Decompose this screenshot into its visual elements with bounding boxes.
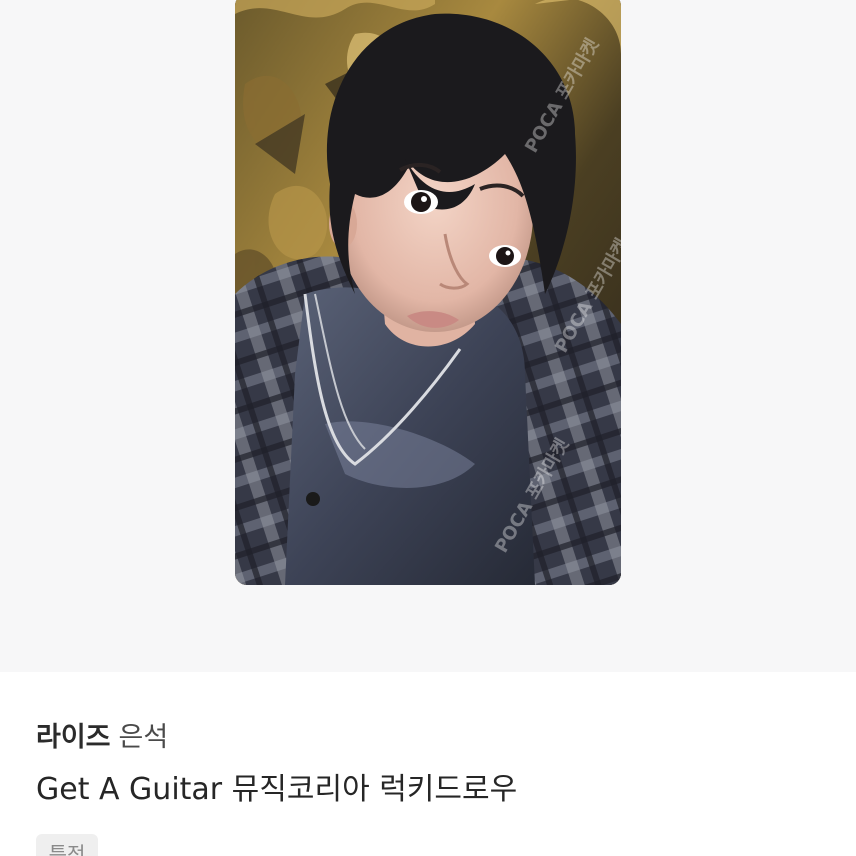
product-info	[0, 672, 856, 856]
photocard-image[interactable]	[235, 0, 621, 585]
product-title: Get A Guitar 뮤직코리아 럭키드로우	[36, 772, 518, 807]
tag-chip[interactable]: 특전	[36, 834, 98, 856]
listing-page: POCA 포카마켓 POCA 포카마켓 POCA 포카마켓 라이즈 은석 Get …	[0, 0, 856, 856]
artist-name[interactable]: 라이즈	[36, 722, 111, 753]
member-name[interactable]: 은석	[119, 722, 169, 753]
artist-line: 라이즈 은석	[36, 720, 168, 756]
product-image-area: POCA 포카마켓 POCA 포카마켓 POCA 포카마켓	[0, 0, 856, 672]
